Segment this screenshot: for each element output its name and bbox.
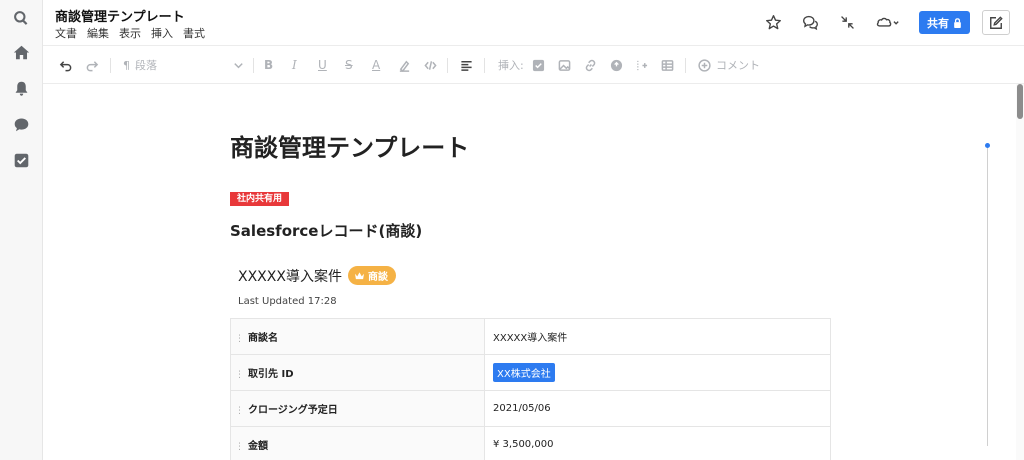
comment-label: コメント — [716, 59, 760, 72]
checkbox-icon[interactable] — [11, 150, 31, 170]
undo-icon[interactable] — [59, 56, 72, 74]
drag-handle-icon[interactable]: ⋮ — [235, 334, 244, 344]
insert-mention-icon[interactable] — [610, 56, 623, 74]
edit-icon — [990, 15, 1003, 29]
bold-icon[interactable]: B — [264, 56, 273, 74]
chevron-down-icon[interactable] — [232, 56, 245, 74]
field-value: ¥ 3,500,000 — [484, 426, 831, 460]
drag-handle-icon[interactable]: ⋮ — [235, 406, 244, 416]
salesforce-cloud-icon[interactable] — [873, 12, 903, 32]
record-table: ⋮ 商談名 XXXXX導入案件 ⋮ 取引先 ID XX株式会社 ⋮ クロージング予定日… — [230, 318, 831, 460]
field-label: 商談名 — [248, 333, 278, 344]
document-body[interactable]: 商談管理テンプレート 社内共有用 Salesforceレコード(商談) XXXX… — [43, 84, 1024, 460]
paragraph-style-select[interactable]: ¶ 段落 — [123, 56, 157, 74]
star-icon[interactable] — [763, 12, 783, 32]
outline-marker[interactable] — [985, 143, 990, 148]
share-button[interactable]: 共有 — [919, 11, 970, 34]
page-title: 商談管理テンプレート — [230, 134, 470, 162]
badge-label: 商談 — [368, 272, 388, 283]
field-label: 取引先 ID — [248, 369, 294, 380]
paragraph-label: 段落 — [135, 59, 157, 72]
toolbar-divider — [110, 58, 111, 73]
bell-icon[interactable] — [11, 78, 31, 98]
record-title[interactable]: XXXXX導入案件 — [238, 266, 342, 286]
account-link[interactable]: XX株式会社 — [493, 363, 555, 382]
outline-track — [987, 146, 988, 446]
crown-icon — [355, 272, 364, 280]
menu-item-edit[interactable]: 編集 — [87, 25, 109, 41]
scrollbar[interactable] — [1016, 84, 1024, 460]
chat-icon[interactable] — [11, 114, 31, 134]
collapse-icon[interactable] — [837, 12, 857, 32]
document-title[interactable]: 商談管理テンプレート — [55, 6, 185, 25]
underline-icon[interactable]: U — [318, 56, 327, 74]
add-comment-button[interactable]: コメント — [698, 56, 760, 74]
toolbar-divider — [253, 58, 254, 73]
text-color-icon[interactable]: A — [372, 56, 380, 74]
editor-toolbar: ¶ 段落 B I U S A 挿入: コメント — [43, 45, 1024, 84]
highlighter-icon[interactable] — [398, 56, 411, 74]
insert-link-icon[interactable] — [584, 56, 597, 74]
home-icon[interactable] — [11, 42, 31, 62]
insert-checkbox-icon[interactable] — [532, 56, 545, 74]
lock-icon — [954, 17, 961, 28]
comments-icon[interactable] — [800, 12, 820, 32]
scrollbar-thumb[interactable] — [1017, 84, 1023, 119]
share-label: 共有 — [927, 16, 949, 30]
menu-bar: 文書 編集 表示 挿入 書式 — [55, 25, 205, 41]
insert-label: 挿入: — [498, 59, 524, 72]
redo-icon[interactable] — [86, 56, 99, 74]
table-row: ⋮ 商談名 XXXXX導入案件 — [230, 318, 831, 355]
field-value: 2021/05/06 — [484, 390, 831, 427]
pilcrow-icon: ¶ — [123, 58, 130, 72]
align-icon[interactable] — [460, 56, 473, 74]
field-label: クロージング予定日 — [248, 405, 338, 416]
add-comment-icon — [698, 58, 711, 72]
table-row: ⋮ 金額 ¥ 3,500,000 — [230, 426, 831, 460]
toolbar-divider — [484, 58, 485, 73]
code-icon[interactable] — [424, 56, 437, 74]
internal-share-tag: 社内共有用 — [230, 192, 290, 206]
strikethrough-icon[interactable]: S — [345, 56, 353, 74]
insert-image-icon[interactable] — [558, 56, 571, 74]
opportunity-badge: 商談 — [348, 266, 396, 285]
menu-item-insert[interactable]: 挿入 — [151, 25, 173, 41]
field-value: XXXXX導入案件 — [484, 318, 831, 355]
section-heading: Salesforceレコード(商談) — [230, 222, 423, 240]
table-row: ⋮ 取引先 ID XX株式会社 — [230, 354, 831, 391]
left-rail — [0, 0, 43, 460]
header: 商談管理テンプレート 文書 編集 表示 挿入 書式 共有 — [43, 0, 1024, 45]
italic-icon[interactable]: I — [292, 56, 297, 74]
menu-item-document[interactable]: 文書 — [55, 25, 77, 41]
search-icon[interactable] — [11, 8, 31, 28]
toolbar-divider — [447, 58, 448, 73]
menu-item-format[interactable]: 書式 — [183, 25, 205, 41]
menu-item-view[interactable]: 表示 — [119, 25, 141, 41]
last-updated: Last Updated 17:28 — [238, 296, 337, 307]
table-row: ⋮ クロージング予定日 2021/05/06 — [230, 390, 831, 427]
drag-handle-icon[interactable]: ⋮ — [235, 370, 244, 380]
toolbar-divider — [685, 58, 686, 73]
edit-button[interactable] — [982, 10, 1010, 35]
insert-divider-icon[interactable] — [635, 56, 648, 74]
field-label: 金額 — [248, 441, 268, 452]
insert-table-icon[interactable] — [661, 56, 674, 74]
drag-handle-icon[interactable]: ⋮ — [235, 442, 244, 452]
